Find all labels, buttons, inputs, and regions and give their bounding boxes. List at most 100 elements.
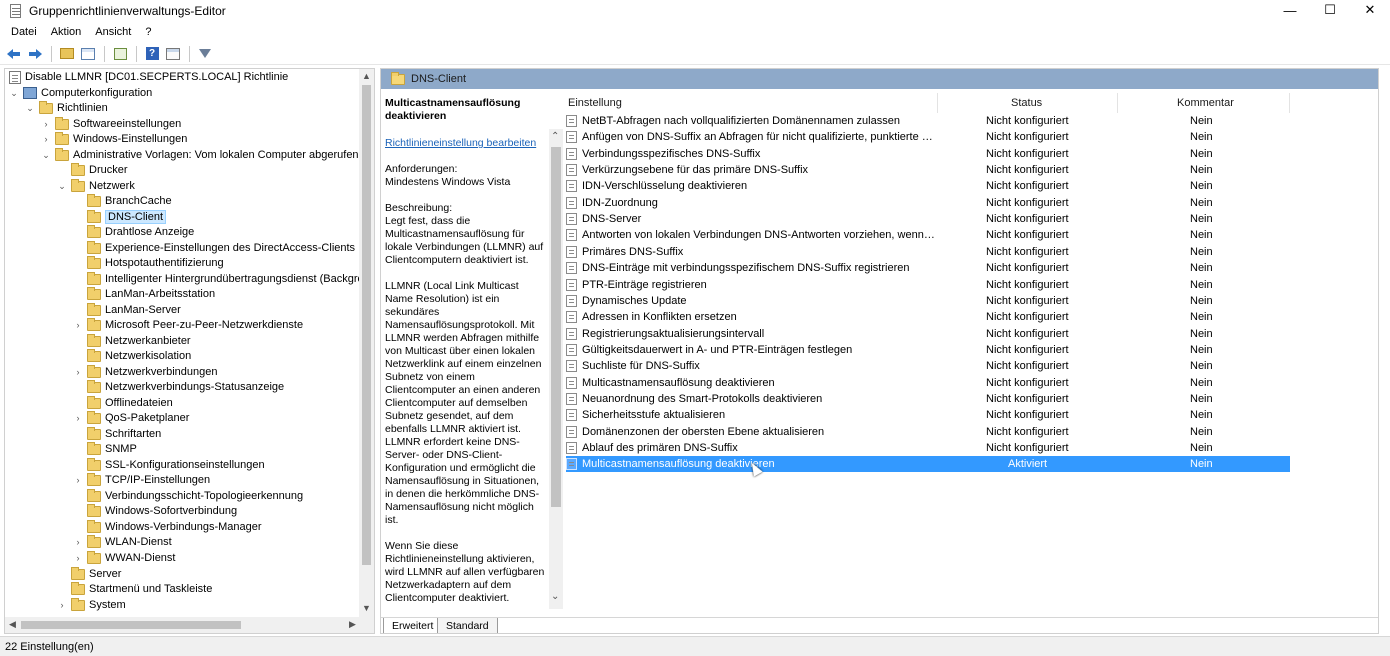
tree-item-network-child[interactable]: › WWAN-Dienst — [73, 550, 175, 566]
scroll-down-icon[interactable]: ▼ — [362, 603, 371, 613]
maximize-button[interactable]: ☐ — [1310, 0, 1350, 20]
tree-item-network-child[interactable]: Verbindungsschicht-Topologieerkennung — [73, 488, 303, 504]
help-button[interactable]: ? — [142, 45, 162, 63]
scroll-right-icon[interactable]: ▶ — [349, 619, 356, 630]
scroll-up-icon[interactable]: ⌃ — [551, 131, 559, 142]
table-row[interactable]: Ablauf des primären DNS-Suffix Nicht konf… — [566, 440, 1290, 456]
tree-item-network-child[interactable]: BranchCache — [73, 193, 172, 209]
tree-item-network-child[interactable]: LanMan-Server — [73, 302, 181, 318]
table-row[interactable]: IDN-Zuordnung Nicht konfiguriert Nein — [566, 195, 1290, 211]
table-row[interactable]: IDN-Verschlüsselung deaktivieren Nicht ko… — [566, 178, 1290, 194]
tree-item-network-child[interactable]: Windows-Verbindungs-Manager — [73, 519, 262, 535]
scroll-thumb[interactable] — [362, 85, 371, 565]
chevron-right-icon[interactable]: › — [57, 600, 67, 610]
tree-item-network-child[interactable]: Experience-Einstellungen des DirectAcces… — [73, 240, 355, 256]
scroll-thumb[interactable] — [21, 621, 241, 629]
tree-item-network-child[interactable]: › WLAN-Dienst — [73, 534, 172, 550]
chevron-right-icon[interactable]: › — [41, 119, 51, 129]
tree-item-network-child[interactable]: Netzwerkisolation — [73, 348, 191, 364]
tree-item-network-child[interactable]: › TCP/IP-Einstellungen — [73, 472, 210, 488]
scroll-up-icon[interactable]: ▲ — [362, 71, 371, 81]
table-row[interactable]: DNS-Einträge mit verbindungsspezifischem… — [566, 260, 1290, 276]
chevron-right-icon[interactable]: › — [73, 413, 83, 423]
column-header-setting[interactable]: Einstellung — [568, 97, 622, 113]
scroll-left-icon[interactable]: ◀ — [9, 619, 16, 630]
table-row[interactable]: Dynamisches Update Nicht konfiguriert Nein — [566, 293, 1290, 309]
tree-item-network-child[interactable]: › Microsoft Peer-zu-Peer-Netzwerkdienste — [73, 317, 303, 333]
tab-standard[interactable]: Standard — [437, 618, 498, 633]
table-row[interactable]: Multicastnamensauflösung deaktivieren Akt… — [566, 456, 1290, 472]
minimize-button[interactable]: — — [1270, 0, 1310, 20]
table-row[interactable]: PTR-Einträge registrieren Nicht konfiguri… — [566, 277, 1290, 293]
tree-item-network-child[interactable]: Hotspotauthentifizierung — [73, 255, 224, 271]
scroll-down-icon[interactable]: ⌄ — [551, 591, 559, 602]
table-row[interactable]: Verbindungsspezifisches DNS-Suffix Nicht … — [566, 146, 1290, 162]
tree-item-software[interactable]: › Softwareeinstellungen — [41, 116, 181, 132]
forward-button[interactable] — [25, 45, 45, 63]
chevron-down-icon[interactable]: ⌄ — [41, 150, 51, 160]
table-row[interactable]: Antworten von lokalen Verbindungen DNS-A… — [566, 227, 1290, 243]
table-row[interactable]: Anfügen von DNS-Suffix an Abfragen für n… — [566, 129, 1290, 145]
tree-item-startmenu[interactable]: Startmenü und Taskleiste — [57, 581, 212, 597]
chevron-right-icon[interactable]: › — [41, 134, 51, 144]
menu-action[interactable]: Aktion — [44, 26, 89, 38]
tree-item-network-child[interactable]: SNMP — [73, 441, 137, 457]
tree-item-network-child[interactable]: › Netzwerkverbindungen — [73, 364, 218, 380]
properties-button[interactable] — [163, 45, 183, 63]
table-row[interactable]: Domänenzonen der obersten Ebene aktualis… — [566, 424, 1290, 440]
table-row[interactable]: Sicherheitsstufe aktualisieren Nicht konf… — [566, 407, 1290, 423]
tree-item-network-child[interactable]: Intelligenter Hintergrundübertragungsdie… — [73, 271, 373, 287]
table-row[interactable]: Adressen in Konflikten ersetzen Nicht kon… — [566, 309, 1290, 325]
tree-item-network-child[interactable]: LanMan-Arbeitsstation — [73, 286, 215, 302]
description-scrollbar[interactable]: ⌃ ⌄ — [549, 129, 563, 609]
chevron-right-icon[interactable]: › — [73, 320, 83, 330]
tree-item-printers[interactable]: Drucker — [57, 162, 128, 178]
menu-help[interactable]: ? — [138, 26, 158, 38]
console-tree[interactable]: Disable LLMNR [DC01.SECPERTS.LOCAL] Rich… — [4, 68, 375, 634]
chevron-right-icon[interactable]: › — [73, 537, 83, 547]
close-button[interactable]: ✕ — [1350, 0, 1390, 20]
table-row[interactable]: Multicastnamensauflösung deaktivieren Nic… — [566, 375, 1290, 391]
table-row[interactable]: NetBT-Abfragen nach vollqualifizierten D… — [566, 113, 1290, 129]
table-row[interactable]: Suchliste für DNS-Suffix Nicht konfigurie… — [566, 358, 1290, 374]
column-header-status[interactable]: Status — [1011, 97, 1042, 113]
chevron-down-icon[interactable]: ⌄ — [25, 103, 35, 113]
tree-item-network-child[interactable]: Netzwerkverbindungs-Statusanzeige — [73, 379, 284, 395]
menu-view[interactable]: Ansicht — [88, 26, 138, 38]
chevron-right-icon[interactable]: › — [73, 475, 83, 485]
table-row[interactable]: Gültigkeitsdauerwert in A- und PTR-Eintr… — [566, 342, 1290, 358]
scroll-thumb[interactable] — [551, 147, 561, 507]
tree-item-network-child[interactable]: DNS-Client — [73, 209, 167, 225]
chevron-down-icon[interactable]: ⌄ — [9, 88, 19, 98]
chevron-right-icon[interactable]: › — [73, 553, 83, 563]
tree-horizontal-scrollbar[interactable]: ◀ ▶ — [5, 617, 374, 633]
table-row[interactable]: Primäres DNS-Suffix Nicht konfiguriert Nei… — [566, 244, 1290, 260]
tree-item-network-child[interactable]: › QoS-Paketplaner — [73, 410, 189, 426]
chevron-down-icon[interactable]: ⌄ — [57, 181, 67, 191]
chevron-right-icon[interactable]: › — [73, 367, 83, 377]
tree-item-computer-config[interactable]: ⌄ Computerkonfiguration — [9, 85, 152, 101]
tab-extended[interactable]: Erweitert — [383, 618, 443, 633]
export-list-button[interactable] — [110, 45, 130, 63]
up-level-button[interactable] — [57, 45, 77, 63]
table-row[interactable]: Neuanordnung des Smart-Protokolls deakti… — [566, 391, 1290, 407]
table-row[interactable]: Verkürzungsebene für das primäre DNS-Suf… — [566, 162, 1290, 178]
edit-policy-link[interactable]: Richtlinieneinstellung bearbeiten — [385, 137, 545, 150]
tree-item-server[interactable]: Server — [57, 566, 121, 582]
tree-vertical-scrollbar[interactable]: ▲ ▼ — [359, 69, 374, 617]
settings-list[interactable]: Einstellung Status Kommentar NetBT-Abfra… — [551, 89, 1378, 617]
filter-button[interactable] — [195, 45, 215, 63]
tree-item-network-child[interactable]: Drahtlose Anzeige — [73, 224, 194, 240]
menu-file[interactable]: Datei — [4, 26, 44, 38]
tree-item-admin-templates[interactable]: ⌄ Administrative Vorlagen: Vom lokalen C… — [41, 147, 374, 163]
tree-item-network[interactable]: ⌄ Netzwerk — [57, 178, 135, 194]
tree-item-windows-settings[interactable]: › Windows-Einstellungen — [41, 131, 187, 147]
show-hide-tree-button[interactable] — [78, 45, 98, 63]
back-button[interactable] — [4, 45, 24, 63]
tree-item-root[interactable]: Disable LLMNR [DC01.SECPERTS.LOCAL] Rich… — [9, 69, 288, 85]
tree-item-system[interactable]: › System — [57, 597, 126, 613]
column-header-comment[interactable]: Kommentar — [1177, 97, 1234, 113]
tree-item-network-child[interactable]: Schriftarten — [73, 426, 161, 442]
tree-item-network-child[interactable]: Netzwerkanbieter — [73, 333, 191, 349]
tree-item-network-child[interactable]: Offlinedateien — [73, 395, 173, 411]
